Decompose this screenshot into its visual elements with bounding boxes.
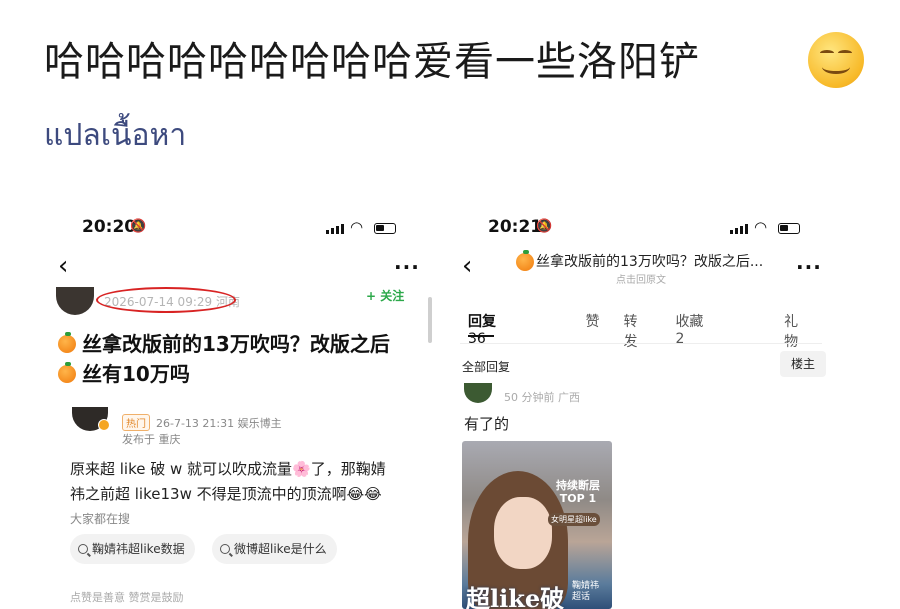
search-icon bbox=[78, 544, 88, 554]
op-filter-button[interactable]: 楼主 bbox=[780, 351, 826, 377]
headline-line-1: 丝拿改版前的13万吹吗？改版之后 bbox=[82, 332, 390, 356]
quoted-location: 发布于 重庆 bbox=[122, 433, 181, 446]
search-chip[interactable]: 鞠婧祎超like数据 bbox=[70, 534, 195, 564]
poster-side-line-1: 鞠婧祎 bbox=[572, 581, 600, 591]
tab-favorites[interactable]: 收藏2 bbox=[675, 311, 760, 351]
battery-icon bbox=[374, 223, 396, 234]
scrollbar[interactable] bbox=[428, 297, 432, 343]
status-time: 20:21 bbox=[488, 217, 543, 237]
search-icon bbox=[220, 544, 230, 554]
orange-icon bbox=[516, 250, 534, 271]
status-bar: 20:20 🔕 ◠ bbox=[48, 217, 438, 241]
back-to-original-link[interactable]: 点击回原文 bbox=[616, 271, 666, 286]
poster-subtag: 女明星超like bbox=[548, 513, 600, 526]
quoted-body-line-2: 祎之前超 like13w 不得是顶流中的顶流啊😂😂 bbox=[70, 485, 382, 503]
signal-icon bbox=[326, 224, 344, 234]
tab-reposts[interactable]: 转发 bbox=[624, 311, 652, 351]
avatar[interactable] bbox=[56, 287, 94, 315]
follow-button[interactable]: + 关注 bbox=[366, 287, 404, 304]
post-title: 哈哈哈哈哈哈哈哈哈爱看一些洛阳铲 bbox=[44, 39, 700, 85]
bottom-cut-text: 点赞是善意 赞赏是鼓励 bbox=[70, 591, 184, 604]
reply-image[interactable]: 持续断层 TOP 1 女明星超like 超like破 鞠婧祎 超话 bbox=[462, 441, 612, 609]
poster-rank-line-1: 持续断层 bbox=[556, 479, 600, 492]
back-arrow-icon[interactable]: ‹ bbox=[462, 251, 472, 281]
quoted-meta: 26-7-13 21:31 娱乐博主 bbox=[156, 417, 282, 430]
tab-replies[interactable]: 回复36 bbox=[468, 311, 562, 351]
reply-text: 有了的 bbox=[464, 415, 510, 433]
red-circle-annotation bbox=[96, 287, 236, 313]
quoted-body: 原来超 like 破 w 就可以吹成流量🌸了，那鞠婧 祎之前超 like13w … bbox=[70, 457, 430, 507]
battery-icon bbox=[778, 223, 800, 234]
wifi-icon: ◠ bbox=[754, 218, 768, 236]
all-replies-label: 全部回复 bbox=[462, 360, 511, 374]
smiling-face-icon bbox=[808, 32, 864, 88]
reply-tabs: 回复36 赞 转发 收藏2 礼物 bbox=[468, 311, 836, 351]
poster-side-line-2: 超话 bbox=[572, 592, 591, 602]
tab-count: 36 bbox=[468, 331, 486, 347]
active-tab-indicator bbox=[468, 335, 494, 337]
translate-link[interactable]: แปลเนื้อหา bbox=[44, 112, 186, 159]
more-options-icon[interactable]: ··· bbox=[394, 255, 420, 279]
poster-headline: 超like破 bbox=[466, 584, 565, 609]
poster-rank-line-2: TOP 1 bbox=[559, 492, 597, 505]
signal-icon bbox=[730, 224, 748, 234]
orange-icon bbox=[58, 362, 76, 383]
search-chip-label: 鞠婧祎超like数据 bbox=[92, 542, 185, 556]
mute-bell-icon: 🔕 bbox=[536, 219, 553, 234]
status-bar: 20:21 🔕 ◠ bbox=[446, 217, 836, 241]
tab-label: 收藏 bbox=[675, 314, 704, 330]
orange-icon bbox=[58, 332, 76, 353]
poster-rank-tag: 持续断层 TOP 1 bbox=[556, 479, 600, 505]
search-chip[interactable]: 微博超like是什么 bbox=[212, 534, 337, 564]
poster-side-text: 鞠婧祎 超话 bbox=[572, 581, 599, 603]
reply-avatar[interactable] bbox=[464, 383, 492, 403]
headline-line-2: 丝有10万吗 bbox=[82, 362, 190, 386]
right-screenshot: 20:21 🔕 ◠ ‹ 丝拿改版前的13万吹吗？改版之后... 点击回原文 ··… bbox=[446, 205, 836, 609]
portrait-face bbox=[494, 497, 552, 569]
tab-count: 2 bbox=[675, 331, 685, 347]
status-time: 20:20 bbox=[82, 217, 137, 237]
left-screenshot: 20:20 🔕 ◠ ‹ ··· 2026-07-14 09:29 河南 + 关注… bbox=[48, 205, 438, 609]
more-options-icon[interactable]: ··· bbox=[796, 255, 822, 279]
thread-title[interactable]: 丝拿改版前的13万吹吗？改版之后... bbox=[536, 251, 763, 271]
tab-label: 回复 bbox=[468, 314, 496, 330]
trending-search-label: 大家都在搜 bbox=[70, 512, 131, 526]
verified-badge-icon bbox=[98, 419, 110, 431]
quoted-body-line-1: 原来超 like 破 w 就可以吹成流量🌸了，那鞠婧 bbox=[70, 460, 386, 478]
tab-likes[interactable]: 赞 bbox=[586, 311, 600, 351]
mute-bell-icon: 🔕 bbox=[130, 219, 147, 234]
back-arrow-icon[interactable]: ‹ bbox=[58, 251, 68, 281]
divider bbox=[460, 343, 822, 344]
search-chip-label: 微博超like是什么 bbox=[234, 542, 327, 556]
hot-badge: 热门 bbox=[122, 414, 150, 431]
tab-gifts[interactable]: 礼物 bbox=[784, 311, 812, 351]
reply-meta: 50 分钟前 广西 bbox=[504, 391, 580, 404]
wifi-icon: ◠ bbox=[350, 218, 364, 236]
post-headline: 丝拿改版前的13万吹吗？改版之后 丝有10万吗 bbox=[58, 329, 428, 389]
